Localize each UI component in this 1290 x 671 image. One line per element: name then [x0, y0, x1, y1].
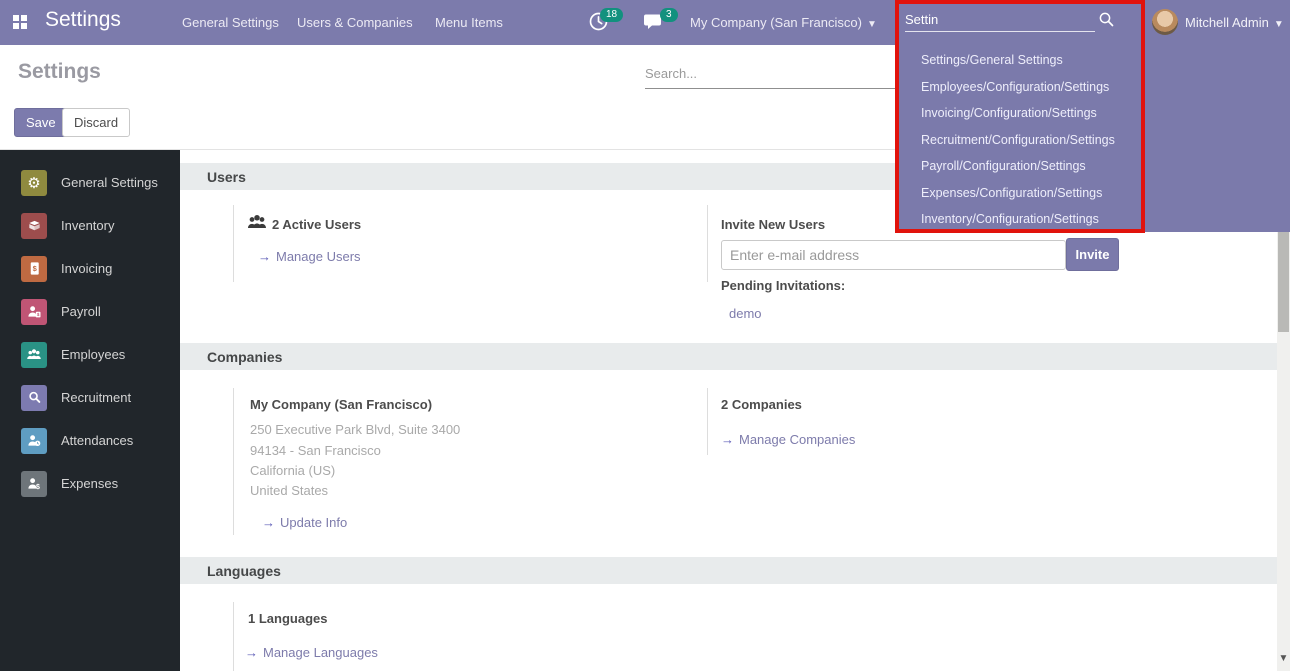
update-info-link[interactable]: →Update Info	[262, 515, 347, 530]
company-switcher[interactable]: My Company (San Francisco)▼	[690, 15, 877, 30]
section-header-companies: Companies	[180, 343, 1277, 370]
svg-text:$: $	[36, 484, 40, 491]
search-results-list: Settings/General Settings Employees/Conf…	[921, 47, 1115, 233]
sidebar-item-attendances[interactable]: Attendances	[0, 419, 180, 462]
invite-new-users-label: Invite New Users	[721, 217, 825, 232]
search-result-item[interactable]: Employees/Configuration/Settings	[921, 74, 1115, 101]
pending-user-link[interactable]: demo	[729, 306, 762, 321]
company-address-line: 250 Executive Park Blvd, Suite 3400	[250, 422, 460, 437]
search-input-underline	[905, 31, 1095, 32]
app-brand-title[interactable]: Settings	[45, 8, 121, 32]
messages-badge: 3	[660, 8, 678, 22]
invoice-icon: $	[21, 256, 47, 282]
divider	[707, 388, 708, 455]
settings-sidebar: ⚙ General Settings Inventory $ Invoicing…	[0, 150, 180, 671]
activity-badge: 18	[600, 8, 623, 22]
page-title: Settings	[18, 60, 101, 84]
languages-count: 1 Languages	[248, 611, 327, 626]
divider	[707, 205, 708, 282]
avatar[interactable]	[1152, 9, 1178, 35]
employees-icon	[21, 342, 47, 368]
sidebar-item-invoicing[interactable]: $ Invoicing	[0, 247, 180, 290]
gear-icon: ⚙	[21, 170, 47, 196]
sidebar-item-expenses[interactable]: $ Expenses	[0, 462, 180, 505]
discard-button[interactable]: Discard	[62, 108, 130, 137]
payroll-icon: $	[21, 299, 47, 325]
divider	[233, 205, 234, 282]
chevron-down-icon: ▼	[867, 19, 877, 30]
arrow-right-icon: →	[262, 515, 275, 530]
divider	[233, 602, 234, 671]
search-dropdown-panel: Settin Settings/General Settings Employe…	[895, 0, 1290, 232]
sidebar-item-recruitment[interactable]: Recruitment	[0, 376, 180, 419]
attendances-icon	[21, 428, 47, 454]
chevron-down-icon: ▼	[1274, 19, 1284, 30]
inventory-box-icon	[21, 213, 47, 239]
sidebar-item-payroll[interactable]: $ Payroll	[0, 290, 180, 333]
section-header-languages: Languages	[180, 557, 1277, 584]
company-address-line: United States	[250, 483, 328, 498]
search-result-item[interactable]: Expenses/Configuration/Settings	[921, 180, 1115, 207]
companies-count: 2 Companies	[721, 397, 802, 412]
search-result-item[interactable]: Recruitment/Configuration/Settings	[921, 127, 1115, 154]
scroll-down-arrow-icon[interactable]: ▼	[1278, 653, 1289, 664]
expenses-icon: $	[21, 471, 47, 497]
search-result-item[interactable]: Inventory/Configuration/Settings	[921, 206, 1115, 233]
arrow-right-icon: →	[258, 249, 271, 264]
divider	[233, 388, 234, 535]
user-menu[interactable]: Mitchell Admin▼	[1185, 15, 1284, 30]
arrow-right-icon: →	[245, 645, 258, 660]
invite-button[interactable]: Invite	[1066, 238, 1119, 271]
company-name: My Company (San Francisco)	[250, 397, 432, 412]
nav-menu-items[interactable]: Menu Items	[435, 15, 503, 30]
menu-search-input[interactable]: Settin	[905, 12, 938, 27]
active-users-count: 2 Active Users	[272, 217, 361, 232]
company-address-line: California (US)	[250, 463, 335, 478]
manage-companies-link[interactable]: →Manage Companies	[721, 432, 855, 447]
nav-users-companies[interactable]: Users & Companies	[297, 15, 413, 30]
search-result-item[interactable]: Settings/General Settings	[921, 47, 1115, 74]
manage-users-link[interactable]: →Manage Users	[258, 249, 361, 264]
sidebar-item-inventory[interactable]: Inventory	[0, 204, 180, 247]
search-result-item[interactable]: Invoicing/Configuration/Settings	[921, 100, 1115, 127]
apps-menu-icon[interactable]	[13, 15, 27, 29]
invite-email-field[interactable]	[721, 240, 1066, 270]
manage-languages-link[interactable]: →Manage Languages	[245, 645, 378, 660]
search-icon[interactable]	[1098, 11, 1115, 33]
nav-general-settings[interactable]: General Settings	[182, 15, 279, 30]
sidebar-item-employees[interactable]: Employees	[0, 333, 180, 376]
settings-search-input[interactable]: Search...	[645, 63, 897, 89]
scrollbar-thumb[interactable]	[1278, 232, 1289, 332]
search-placeholder: Search...	[645, 63, 897, 85]
arrow-right-icon: →	[721, 432, 734, 447]
search-result-item[interactable]: Payroll/Configuration/Settings	[921, 153, 1115, 180]
recruitment-magnifier-icon	[21, 385, 47, 411]
save-button[interactable]: Save	[14, 108, 68, 137]
users-group-icon	[246, 212, 268, 237]
pending-invitations-label: Pending Invitations:	[721, 278, 845, 293]
company-address-line: 94134 - San Francisco	[250, 443, 381, 458]
sidebar-item-general-settings[interactable]: ⚙ General Settings	[0, 161, 180, 204]
